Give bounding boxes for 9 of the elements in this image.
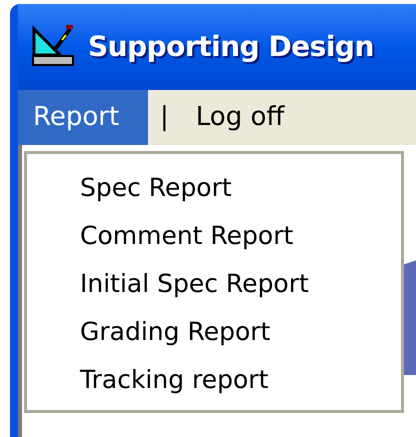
menu-separator: |	[159, 101, 170, 134]
dropdown-item[interactable]: Comment Report	[80, 212, 401, 260]
menu-item[interactable]: Report	[18, 90, 148, 145]
dropdown-item[interactable]: Tracking report	[80, 356, 401, 404]
dropdown-item[interactable]: Spec Report	[80, 164, 401, 212]
dropdown-item[interactable]: Grading Report	[80, 308, 401, 356]
set-square-pencil-icon	[32, 25, 76, 69]
window-title: Supporting Design	[88, 29, 374, 65]
dropdown-item[interactable]: Initial Spec Report	[80, 260, 401, 308]
